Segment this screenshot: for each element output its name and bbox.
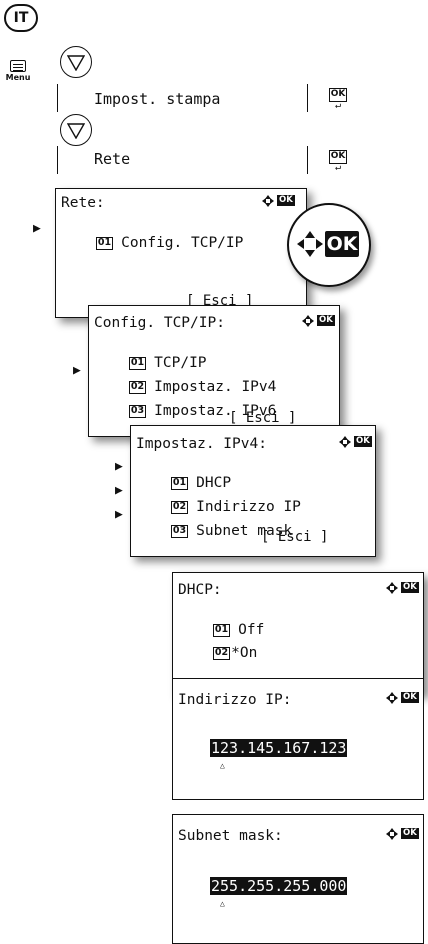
- four-way-arrow-icon: [302, 315, 314, 327]
- down-arrow-button[interactable]: [60, 114, 92, 146]
- subnet-mask-field[interactable]: 255.255.255.000: [210, 877, 348, 895]
- lcd-screen-rete: Rete: OK 01 Config. TCP/IP [ Esci ]: [55, 188, 307, 318]
- triangle-down-icon: [67, 123, 85, 139]
- lcd-screen-config-tcpip: Config. TCP/IP: OK 01 TCP/IP 02 Impostaz. …: [88, 305, 340, 437]
- screen-title: Impostaz. IPv4:: [136, 436, 267, 452]
- pointer-arrow-icon: ▶: [33, 221, 41, 236]
- menu-icon: [10, 60, 26, 72]
- item-number: 03: [128, 405, 147, 418]
- nav-ok-indicator: OK: [383, 582, 419, 601]
- ok-key[interactable]: OK ↵: [329, 150, 347, 173]
- nav-ok-indicator: OK: [259, 195, 295, 214]
- ok-badge: OK: [354, 436, 372, 447]
- nav-ok-indicator: OK: [383, 828, 419, 847]
- ok-key[interactable]: OK ↵: [329, 88, 347, 111]
- step-bar-right: [307, 146, 308, 174]
- pointer-arrow-icon: ▶: [73, 363, 81, 378]
- nav-ok-indicator: OK: [299, 315, 335, 334]
- exit-softkey[interactable]: [ Esci ]: [261, 529, 328, 545]
- nav-ok-indicator: OK: [383, 692, 419, 711]
- menu-key[interactable]: Menu: [5, 60, 31, 82]
- item-label: *On: [231, 645, 258, 661]
- pointer-arrow-icon: ▶: [115, 483, 123, 498]
- ok-zoom-callout: OK: [287, 203, 371, 287]
- lcd-screen-subnet-mask: Subnet mask: OK 255.255.255.000 △: [172, 814, 424, 944]
- lcd-screen-dhcp: DHCP: OK 01 Off 02 *On: [172, 572, 424, 694]
- four-way-arrow-icon: [339, 436, 351, 448]
- return-icon: ↵: [334, 100, 342, 111]
- four-way-arrow-icon: [262, 195, 274, 207]
- item-label: Config. TCP/IP: [121, 235, 244, 251]
- ok-zoom-button: OK: [325, 231, 359, 257]
- screen-title: Rete:: [61, 195, 105, 211]
- ok-badge: OK: [401, 582, 419, 593]
- step-label-rete: Rete: [94, 150, 131, 168]
- step-bar-left: [57, 146, 58, 174]
- screen-title: Config. TCP/IP:: [94, 315, 225, 331]
- four-way-arrow-icon: [386, 692, 398, 704]
- step-label-impost-stampa: Impost. stampa: [94, 90, 221, 108]
- cursor-caret-icon: △: [220, 899, 225, 908]
- item-number: 02: [212, 647, 231, 660]
- return-icon: ↵: [334, 162, 342, 173]
- screen-title: DHCP:: [178, 582, 222, 598]
- pointer-arrow-icon: ▶: [115, 507, 123, 522]
- exit-softkey[interactable]: [ Esci ]: [229, 410, 296, 426]
- ok-badge: OK: [401, 828, 419, 839]
- cursor-caret-icon: △: [220, 761, 225, 770]
- nav-ok-indicator: OK: [336, 436, 372, 455]
- lcd-screen-impostaz-ipv4: Impostaz. IPv4: OK 01 DHCP 02 Indirizzo IP…: [130, 425, 376, 557]
- ok-badge: OK: [401, 692, 419, 703]
- option-on[interactable]: 02 *On: [178, 629, 257, 677]
- menu-item-config-tcpip[interactable]: 01 Config. TCP/IP: [61, 219, 243, 267]
- pointer-arrow-icon: ▶: [115, 459, 123, 474]
- ok-badge: OK: [277, 195, 295, 206]
- ok-badge: OK: [317, 315, 335, 326]
- lcd-screen-indirizzo-ip: Indirizzo IP: OK 123.145.167.123 △: [172, 678, 424, 800]
- ip-address-field[interactable]: 123.145.167.123: [210, 739, 348, 757]
- language-badge: IT: [4, 4, 38, 32]
- step-bar-left: [57, 84, 58, 112]
- step-bar-right: [307, 84, 308, 112]
- item-number: 01: [95, 237, 114, 250]
- screen-title: Indirizzo IP:: [178, 692, 292, 708]
- menu-key-label: Menu: [5, 73, 31, 82]
- triangle-down-icon: [67, 55, 85, 71]
- four-way-arrow-icon: [297, 231, 323, 257]
- screen-title: Subnet mask:: [178, 828, 283, 844]
- item-number: 03: [170, 525, 189, 538]
- four-way-arrow-icon: [386, 828, 398, 840]
- down-arrow-button[interactable]: [60, 46, 92, 78]
- four-way-arrow-icon: [386, 582, 398, 594]
